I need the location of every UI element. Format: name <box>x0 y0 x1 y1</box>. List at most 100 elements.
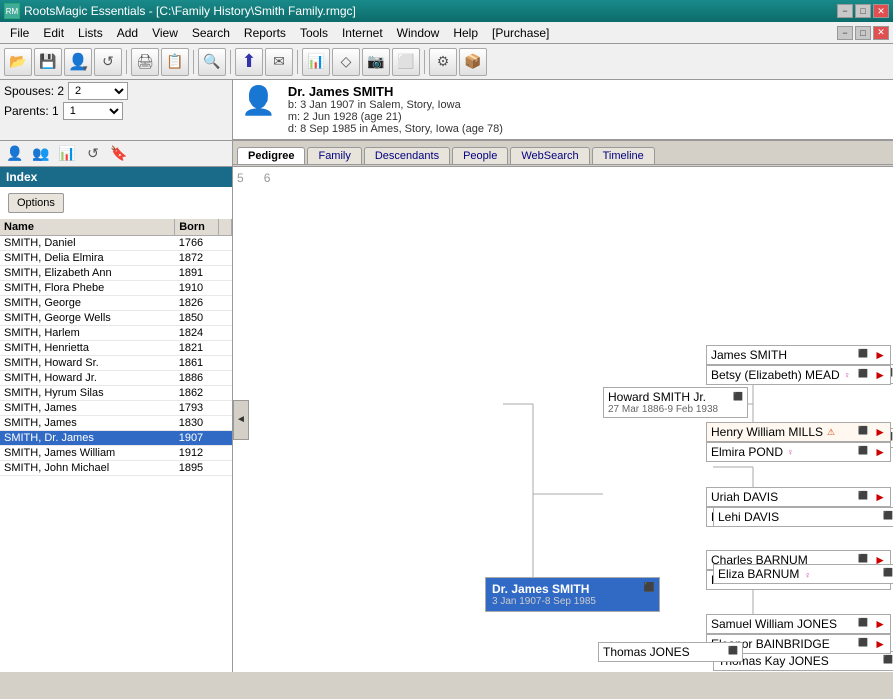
index-born: 1910 <box>175 281 219 296</box>
menu-add[interactable]: Add <box>111 24 144 42</box>
index-row[interactable]: SMITH, James1793 <box>0 401 232 416</box>
toolbar-clipboard[interactable]: 📋 <box>161 48 189 76</box>
menu-window[interactable]: Window <box>391 24 446 42</box>
menu-help[interactable]: Help <box>447 24 484 42</box>
uriah-davis-box[interactable]: Uriah DAVIS ⬛ ► <box>706 487 891 507</box>
nav-5[interactable]: 5 <box>237 171 244 185</box>
toolbar-refresh[interactable]: ↺ <box>94 48 122 76</box>
index-options-btn[interactable]: Options <box>8 193 64 213</box>
index-born: 1912 <box>175 446 219 461</box>
toolbar-chart[interactable]: 📊 <box>302 48 330 76</box>
betsy-arrow[interactable]: ► <box>874 368 886 382</box>
index-row[interactable]: SMITH, Harlem1824 <box>0 326 232 341</box>
toolbar-save[interactable]: 💾 <box>34 48 62 76</box>
index-row[interactable]: SMITH, George Wells1850 <box>0 311 232 326</box>
elmira-pond-box[interactable]: Elmira POND ♀ ⬛ ► <box>706 442 891 462</box>
betsy-mead-box[interactable]: Betsy (Elizabeth) MEAD ♀ ⬛ ► <box>706 365 891 385</box>
james-smith-g5-arrow[interactable]: ► <box>874 348 886 362</box>
henry-mills-box[interactable]: Henry William MILLS ⚠ ⬛ ► <box>706 422 891 442</box>
maximize-button[interactable]: □ <box>855 4 871 18</box>
uriah-arrow[interactable]: ► <box>874 490 886 504</box>
tab-people[interactable]: People <box>452 147 508 164</box>
menu-file[interactable]: File <box>4 24 35 42</box>
elmira-arrow[interactable]: ► <box>874 445 886 459</box>
pedigree-left-arrow[interactable]: ◄ <box>233 400 249 440</box>
close-button[interactable]: ✕ <box>873 4 889 18</box>
toolbar-shape[interactable]: ◇ <box>332 48 360 76</box>
lehi-icon: ⬛ <box>883 511 893 520</box>
index-row[interactable]: SMITH, Howard Jr.1886 <box>0 371 232 386</box>
center-person-box[interactable]: Dr. James SMITH 3 Jan 1907-8 Sep 1985 ⬛ <box>485 577 660 612</box>
toolbar-up[interactable]: ⬆ <box>235 48 263 76</box>
index-born: 1824 <box>175 326 219 341</box>
sidebar-refresh-btn[interactable]: ↺ <box>82 143 104 165</box>
nav-6[interactable]: 6 <box>264 171 271 185</box>
menu-reports[interactable]: Reports <box>238 24 292 42</box>
samuel-jones-arrow[interactable]: ► <box>874 617 886 631</box>
james-smith-g5-box[interactable]: James SMITH ⬛ ► <box>706 345 891 365</box>
index-born: 1821 <box>175 341 219 356</box>
eleanor-icon: ⬛ <box>858 638 868 647</box>
sidebar-person-view-btn[interactable]: 👤 <box>4 143 26 165</box>
toolbar-mail[interactable]: ✉ <box>265 48 293 76</box>
tab-descendants[interactable]: Descendants <box>364 147 450 164</box>
eliza-barnum-box[interactable]: Eliza BARNUM ♀ ⬛ <box>713 564 893 584</box>
tab-websearch[interactable]: WebSearch <box>510 147 589 164</box>
index-row[interactable]: SMITH, James William1912 <box>0 446 232 461</box>
inner-close-btn[interactable]: ✕ <box>873 26 889 40</box>
samuel-jones-icon: ⬛ <box>858 618 868 627</box>
index-row[interactable]: SMITH, Dr. James1907 <box>0 431 232 446</box>
tab-timeline[interactable]: Timeline <box>592 147 655 164</box>
toolbar-box[interactable]: ⬜ <box>392 48 420 76</box>
menu-purchase[interactable]: [Purchase] <box>486 24 555 42</box>
menu-view[interactable]: View <box>146 24 184 42</box>
sidebar-chart-btn[interactable]: 📊 <box>56 143 78 165</box>
index-row[interactable]: SMITH, Hyrum Silas1862 <box>0 386 232 401</box>
index-row[interactable]: SMITH, Elizabeth Ann1891 <box>0 266 232 281</box>
elmira-add-icon: ⬛ <box>858 446 868 455</box>
howard-smith-jr-box[interactable]: Howard SMITH Jr. 27 Mar 1886-9 Feb 1938 … <box>603 387 748 418</box>
toolbar-person[interactable]: 👤▼ <box>64 48 92 76</box>
index-born: 1872 <box>175 251 219 266</box>
index-row[interactable]: SMITH, Henrietta1821 <box>0 341 232 356</box>
index-name: SMITH, George <box>0 296 175 311</box>
index-row[interactable]: SMITH, Howard Sr.1861 <box>0 356 232 371</box>
toolbar: 📂 💾 👤▼ ↺ 🖨 📋 🔍 ⬆ ✉ 📊 ◇ 📷 ⬜ ⚙ 📦 <box>0 44 893 80</box>
index-row[interactable]: SMITH, George1826 <box>0 296 232 311</box>
henry-mills-arrow[interactable]: ► <box>874 425 886 439</box>
menu-search[interactable]: Search <box>186 24 236 42</box>
menu-lists[interactable]: Lists <box>72 24 109 42</box>
samuel-jones-box[interactable]: Samuel William JONES ⬛ ► <box>706 614 891 634</box>
toolbar-camera[interactable]: 📷 <box>362 48 390 76</box>
index-row[interactable]: SMITH, Daniel1766 <box>0 236 232 251</box>
index-row[interactable]: SMITH, Delia Elmira1872 <box>0 251 232 266</box>
sidebar-bookmark-btn[interactable]: 🔖 <box>108 143 130 165</box>
inner-minimize-btn[interactable]: − <box>837 26 853 40</box>
toolbar-print[interactable]: 🖨 <box>131 48 159 76</box>
lehi-davis-box[interactable]: Lehi DAVIS ⬛ <box>713 507 893 527</box>
toolbar-package[interactable]: 📦 <box>459 48 487 76</box>
parents-dropdown[interactable]: 1 <box>63 102 123 120</box>
eleanor-arrow[interactable]: ► <box>874 637 886 651</box>
center-person-dates: 3 Jan 1907-8 Sep 1985 <box>492 596 653 607</box>
toolbar-settings[interactable]: ⚙ <box>429 48 457 76</box>
thomas-jones-name: Thomas JONES <box>603 645 690 659</box>
thomas-jones-box[interactable]: Thomas JONES ⬛ <box>598 642 743 662</box>
elmira-female-icon: ♀ <box>787 447 794 457</box>
menu-edit[interactable]: Edit <box>37 24 70 42</box>
index-row[interactable]: SMITH, Flora Phebe1910 <box>0 281 232 296</box>
tab-family[interactable]: Family <box>307 147 361 164</box>
toolbar-search[interactable]: 🔍 <box>198 48 226 76</box>
james-smith-g5-name: James SMITH <box>711 348 787 362</box>
index-born: 1862 <box>175 386 219 401</box>
minimize-button[interactable]: − <box>837 4 853 18</box>
index-row[interactable]: SMITH, James1830 <box>0 416 232 431</box>
index-row[interactable]: SMITH, John Michael1895 <box>0 461 232 476</box>
toolbar-new[interactable]: 📂 <box>4 48 32 76</box>
menu-internet[interactable]: Internet <box>336 24 389 42</box>
inner-restore-btn[interactable]: □ <box>855 26 871 40</box>
menu-tools[interactable]: Tools <box>294 24 334 42</box>
sidebar-family-btn[interactable]: 👥 <box>30 143 52 165</box>
tab-pedigree[interactable]: Pedigree <box>237 147 305 164</box>
spouses-dropdown[interactable]: 2 <box>68 82 128 100</box>
